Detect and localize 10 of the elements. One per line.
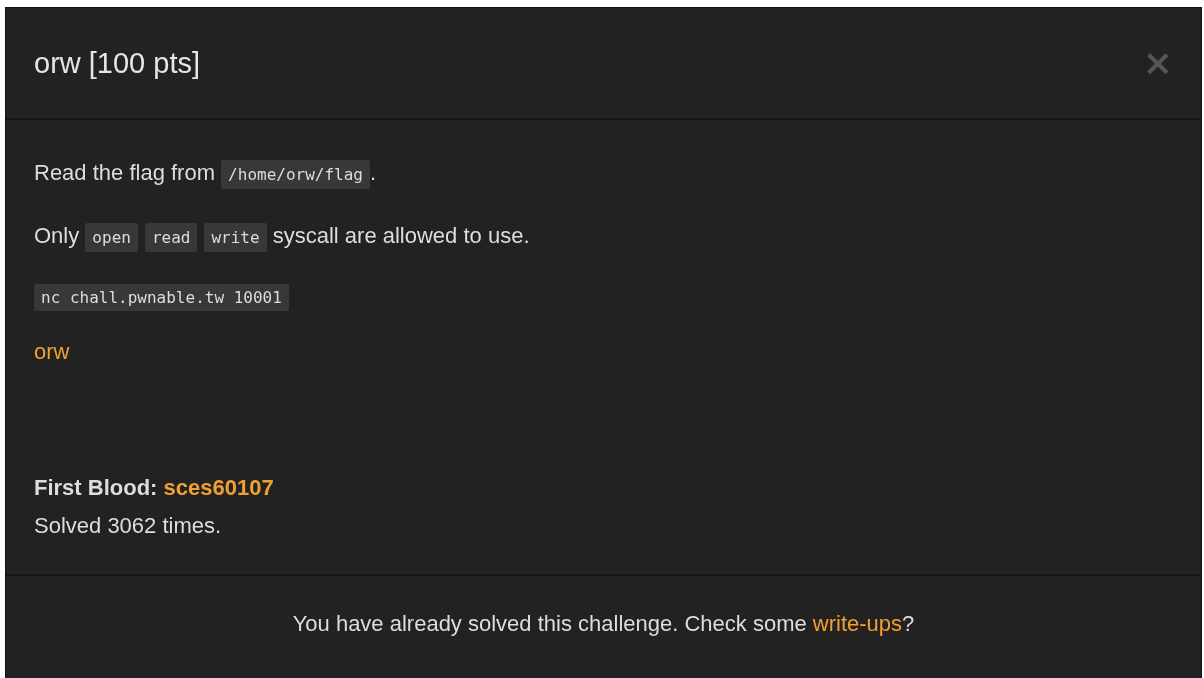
footer-message: You have already solved this challenge. Check some write-ups? — [292, 610, 915, 637]
description-text: Read the flag from /home/orw/flag . — [34, 154, 1173, 193]
command-code: nc chall.pwnable.tw 10001 — [34, 284, 289, 311]
write-ups-link[interactable]: write-ups — [812, 610, 903, 636]
first-blood-label: First Blood: — [34, 475, 158, 500]
description-text: Only open read write syscall are allowed to use. — [34, 217, 1173, 256]
binary-link[interactable]: orw — [34, 339, 70, 364]
user-link[interactable]: sces60107 — [163, 475, 274, 500]
solved-count: Solved 3062 times. — [34, 512, 223, 540]
dialog-title: orw [100 pts] — [34, 46, 201, 80]
